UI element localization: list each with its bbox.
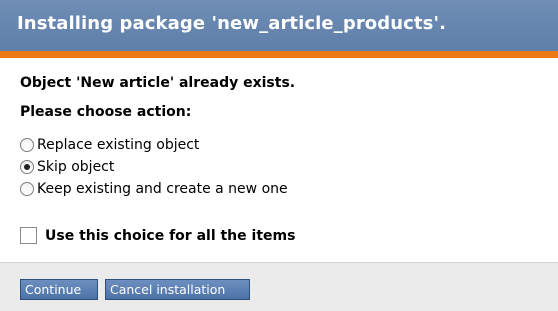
- option-skip-label: Skip object: [37, 159, 115, 175]
- title-accent-bar: [0, 51, 558, 58]
- apply-all-row[interactable]: Use this choice for all the items: [20, 227, 295, 244]
- apply-all-label: Use this choice for all the items: [45, 227, 296, 244]
- option-keep-both-label: Keep existing and create a new one: [37, 181, 288, 197]
- apply-all-checkbox[interactable]: [20, 227, 37, 244]
- continue-button[interactable]: Continue: [20, 279, 98, 300]
- option-skip[interactable]: Skip object: [20, 156, 288, 178]
- option-replace-label: Replace existing object: [37, 137, 200, 153]
- cancel-installation-button[interactable]: Cancel installation: [105, 279, 250, 300]
- radio-keep-both[interactable]: [20, 182, 34, 196]
- radio-replace[interactable]: [20, 138, 34, 152]
- dialog-title: Installing package 'new_article_products…: [0, 0, 558, 51]
- install-dialog: Installing package 'new_article_products…: [0, 0, 558, 311]
- conflict-message: Object 'New article' already exists.: [20, 75, 296, 91]
- action-options: Replace existing object Skip object Keep…: [20, 134, 288, 200]
- option-keep-both[interactable]: Keep existing and create a new one: [20, 178, 288, 200]
- dialog-footer: Continue Cancel installation: [0, 262, 558, 311]
- option-replace[interactable]: Replace existing object: [20, 134, 288, 156]
- action-prompt: Please choose action:: [20, 104, 192, 120]
- radio-skip[interactable]: [20, 160, 34, 174]
